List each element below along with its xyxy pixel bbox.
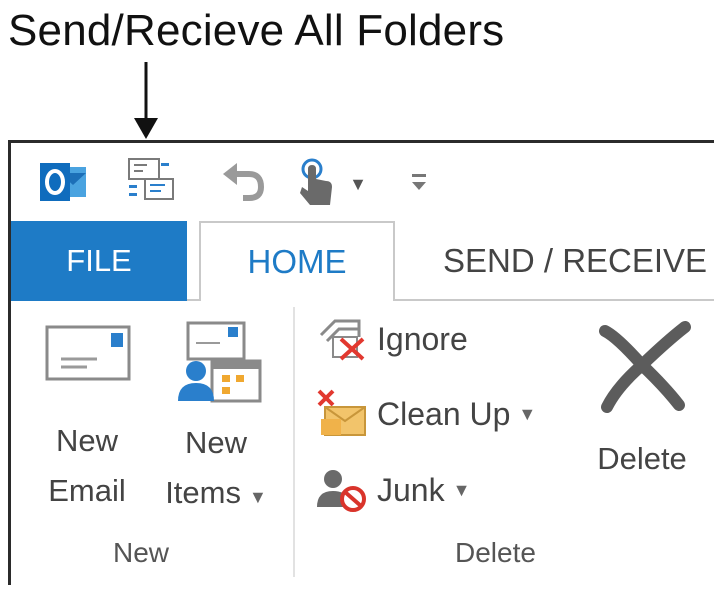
ignore-label: Ignore xyxy=(377,320,468,357)
clean-up-icon xyxy=(315,389,369,439)
new-items-button[interactable]: New Items ▼ xyxy=(151,317,281,522)
chevron-down-icon: ▼ xyxy=(248,487,267,507)
junk-icon xyxy=(315,467,369,513)
delete-button[interactable]: Delete xyxy=(577,317,707,484)
new-items-label-line2: Items xyxy=(165,475,241,510)
tab-home[interactable]: HOME xyxy=(199,221,395,301)
new-email-label-line1: New xyxy=(55,423,118,458)
quick-access-toolbar: ▼ xyxy=(11,143,714,221)
chevron-down-icon: ▼ xyxy=(518,403,537,424)
junk-button[interactable]: Junk ▼ xyxy=(315,465,470,515)
new-email-button[interactable]: New Email xyxy=(27,317,147,516)
customize-toolbar-icon[interactable] xyxy=(405,163,433,203)
new-email-label-line2: Email xyxy=(48,473,126,508)
chevron-down-icon[interactable]: ▼ xyxy=(343,169,373,199)
home-ribbon: New Email New Items ▼ New Ignore Clean U… xyxy=(11,301,714,585)
new-items-label-line2-row: Items ▼ xyxy=(151,468,281,522)
tab-file[interactable]: FILE xyxy=(11,221,187,301)
new-items-icon xyxy=(151,317,281,422)
delete-label: Delete xyxy=(597,441,687,476)
group-label-delete: Delete xyxy=(455,537,536,568)
ribbon-tabs: FILE HOME SEND / RECEIVE xyxy=(11,221,714,301)
outlook-icon xyxy=(33,157,93,207)
new-items-label-line1: New xyxy=(184,425,247,460)
envelope-icon xyxy=(27,317,147,402)
junk-label: Junk xyxy=(377,471,445,508)
touch-mode-icon[interactable] xyxy=(291,155,345,209)
outlook-window: ▼ FILE HOME SEND / RECEIVE New Email New… xyxy=(8,140,714,585)
clean-up-label: Clean Up xyxy=(377,395,511,432)
ignore-button[interactable]: Ignore xyxy=(315,317,468,361)
group-label-new: New xyxy=(113,537,170,568)
undo-icon[interactable] xyxy=(215,157,271,207)
send-receive-all-folders-icon[interactable] xyxy=(119,153,181,209)
ignore-icon xyxy=(315,317,369,361)
tab-send-receive[interactable]: SEND / RECEIVE xyxy=(443,221,707,301)
delete-x-icon xyxy=(577,317,707,432)
clean-up-button[interactable]: Clean Up ▼ xyxy=(315,389,536,439)
chevron-down-icon: ▼ xyxy=(452,479,471,500)
group-separator xyxy=(293,307,295,577)
callout-arrow-icon xyxy=(134,62,158,139)
callout-label: Send/Recieve All Folders xyxy=(8,6,505,55)
